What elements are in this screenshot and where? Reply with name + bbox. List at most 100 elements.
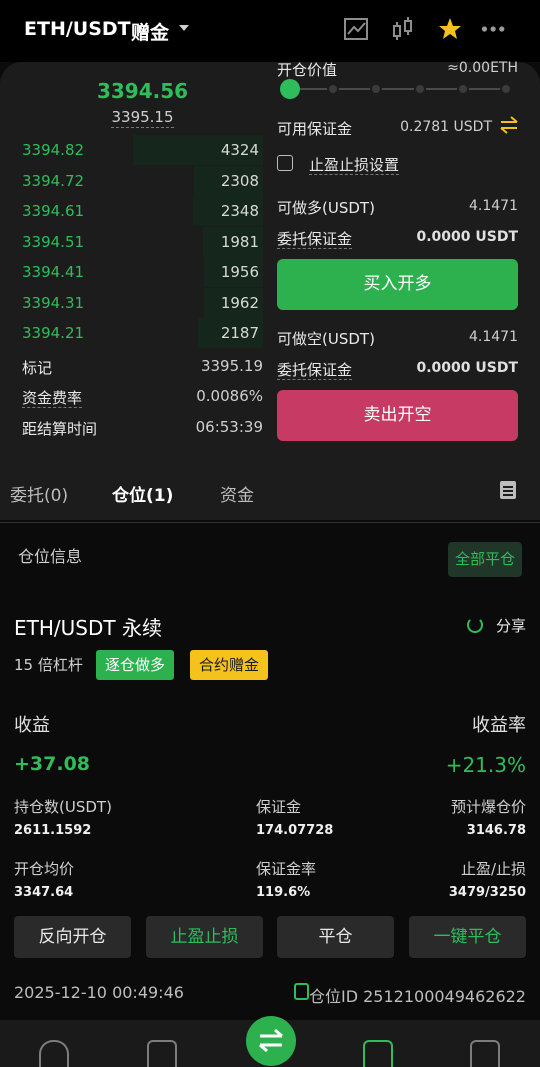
slider-step-dot[interactable] bbox=[500, 83, 512, 95]
document-icon[interactable] bbox=[499, 480, 517, 500]
bid-row[interactable]: 3394.41 1956 bbox=[22, 257, 263, 287]
chevron-down-icon[interactable] bbox=[179, 25, 189, 31]
tpsl-checkbox[interactable] bbox=[277, 155, 293, 171]
bid-qty: 1956 bbox=[220, 263, 259, 281]
margin-ratio-value: 119.6% bbox=[256, 885, 311, 900]
share-button[interactable]: 分享 bbox=[496, 615, 526, 636]
stat-label: 标记 bbox=[22, 359, 53, 377]
bonus-badge: 合约赠金 bbox=[190, 650, 269, 680]
long-max-label: 可做多(USDT) bbox=[277, 199, 375, 217]
copy-icon[interactable] bbox=[294, 983, 309, 1000]
stat-value: 0.0086% bbox=[196, 387, 263, 405]
slider-step-dot[interactable] bbox=[456, 83, 469, 95]
buy-long-button[interactable]: 买入开多 bbox=[277, 259, 518, 310]
star-icon[interactable] bbox=[437, 16, 463, 42]
liq-price-value: 3146.78 bbox=[466, 823, 526, 838]
quick-close-button[interactable]: 一键平仓 bbox=[409, 916, 526, 958]
size-value: 2611.1592 bbox=[14, 823, 92, 838]
mark-price: 3395.15 bbox=[111, 108, 174, 128]
available-margin-label: 可用保证金 bbox=[277, 120, 353, 138]
liq-price-label: 预计爆仓价 bbox=[450, 798, 526, 816]
close-all-button[interactable]: 全部平仓 bbox=[448, 542, 522, 577]
tab-assets[interactable]: 资金 bbox=[220, 481, 254, 506]
size-label: 持仓数(USDT) bbox=[14, 798, 112, 816]
long-max-value: 4.1471 bbox=[469, 198, 518, 214]
bid-qty: 2348 bbox=[220, 202, 259, 220]
more-icon[interactable] bbox=[481, 16, 507, 42]
bid-price: 3394.72 bbox=[22, 171, 85, 190]
available-margin: 0.2781 USDT bbox=[400, 119, 492, 135]
bid-price: 3394.41 bbox=[22, 263, 85, 281]
bid-row[interactable]: 3394.21 2187 bbox=[22, 318, 263, 348]
leverage-label: 15 倍杠杆 bbox=[14, 656, 83, 674]
tpsl-values: 3479/3250 bbox=[448, 885, 526, 900]
mode-selector[interactable]: 赠金 bbox=[131, 18, 169, 45]
open-value-label: 开仓价值 bbox=[277, 61, 338, 79]
stat-settlement-countdown: 距结算时间 06:53:39 bbox=[22, 418, 263, 439]
bid-qty: 4324 bbox=[220, 141, 259, 159]
bid-price: 3394.61 bbox=[22, 202, 85, 220]
bid-row[interactable]: 3394.82 4324 bbox=[22, 135, 263, 165]
bid-row[interactable]: 3394.51 1981 bbox=[22, 226, 263, 257]
bid-price: 3394.51 bbox=[22, 232, 85, 251]
trade-icon[interactable] bbox=[246, 1016, 296, 1066]
short-max-value: 4.1471 bbox=[469, 329, 518, 345]
reverse-position-button[interactable]: 反向开仓 bbox=[14, 916, 131, 958]
chart-icon[interactable] bbox=[343, 16, 369, 42]
futures-icon[interactable] bbox=[363, 1040, 393, 1067]
bid-row[interactable]: 3394.61 2348 bbox=[22, 196, 263, 226]
entry-price-label: 开仓均价 bbox=[14, 860, 75, 878]
pair-title[interactable]: ETH/USDT bbox=[24, 18, 131, 40]
short-margin-value: 0.0000 USDT bbox=[416, 360, 518, 376]
bid-qty: 2187 bbox=[220, 324, 259, 342]
last-price: 3394.56 bbox=[96, 79, 189, 103]
bid-price: 3394.21 bbox=[22, 324, 85, 342]
stat-funding-rate[interactable]: 资金费率 0.0086% bbox=[22, 387, 263, 408]
stat-value: 06:53:39 bbox=[195, 418, 263, 436]
tpsl-button[interactable]: 止盈止损 bbox=[146, 916, 263, 958]
sell-short-button[interactable]: 卖出开空 bbox=[277, 390, 518, 441]
position-name: ETH/USDT 永续 bbox=[14, 616, 162, 640]
stat-label: 资金费率 bbox=[22, 389, 83, 408]
margin-mode-badge: 逐仓做多 bbox=[96, 650, 175, 680]
close-position-button[interactable]: 平仓 bbox=[277, 916, 394, 958]
tpsl-values-label: 止盈/止损 bbox=[460, 860, 526, 878]
short-max-label: 可做空(USDT) bbox=[277, 330, 375, 348]
transfer-icon[interactable] bbox=[499, 116, 519, 134]
stat-label: 距结算时间 bbox=[22, 420, 98, 438]
home-icon[interactable] bbox=[39, 1040, 69, 1067]
entry-price-value: 3347.64 bbox=[14, 885, 74, 900]
margin-ratio-label: 保证金率 bbox=[256, 860, 317, 878]
pnl-label: 收益 bbox=[14, 715, 50, 736]
slider-step-dot[interactable] bbox=[413, 83, 426, 95]
roe-label: 收益率 bbox=[472, 715, 526, 736]
tpsl-label[interactable]: 止盈止损设置 bbox=[309, 154, 400, 175]
share-icon[interactable] bbox=[467, 617, 483, 633]
bid-price: 3394.31 bbox=[22, 293, 85, 312]
bid-qty: 1962 bbox=[220, 293, 259, 312]
margin-value: 174.07728 bbox=[256, 823, 334, 838]
wallet-icon[interactable] bbox=[470, 1040, 500, 1067]
open-value: ≈0.00ETH bbox=[447, 60, 518, 76]
roe-value: +21.3% bbox=[445, 753, 526, 777]
candlestick-icon[interactable] bbox=[390, 16, 416, 42]
short-margin-label: 委托保证金 bbox=[277, 361, 353, 380]
bid-qty: 2308 bbox=[220, 171, 259, 190]
tab-orders[interactable]: 委托(0) bbox=[10, 481, 68, 506]
tab-positions[interactable]: 仓位(1) bbox=[112, 481, 173, 506]
bid-row[interactable]: 3394.72 2308 bbox=[22, 165, 263, 196]
long-margin-value: 0.0000 USDT bbox=[416, 229, 518, 245]
bid-price: 3394.82 bbox=[22, 141, 85, 159]
pnl-value: +37.08 bbox=[14, 753, 91, 775]
position-section-title: 仓位信息 bbox=[18, 547, 83, 566]
long-margin-label: 委托保证金 bbox=[277, 230, 353, 249]
position-id[interactable]: 仓位ID 2512100049462622 bbox=[309, 983, 526, 1007]
bid-row[interactable]: 3394.31 1962 bbox=[22, 287, 263, 318]
bid-qty: 1981 bbox=[220, 232, 259, 251]
top-bar: ETH/USDT 赠金 bbox=[0, 0, 540, 62]
slider-handle[interactable] bbox=[280, 79, 300, 99]
stat-mark: 标记 3395.19 bbox=[22, 357, 263, 378]
stat-value: 3395.19 bbox=[200, 357, 263, 375]
amount-slider-track[interactable] bbox=[290, 88, 506, 90]
markets-icon[interactable] bbox=[147, 1040, 177, 1067]
